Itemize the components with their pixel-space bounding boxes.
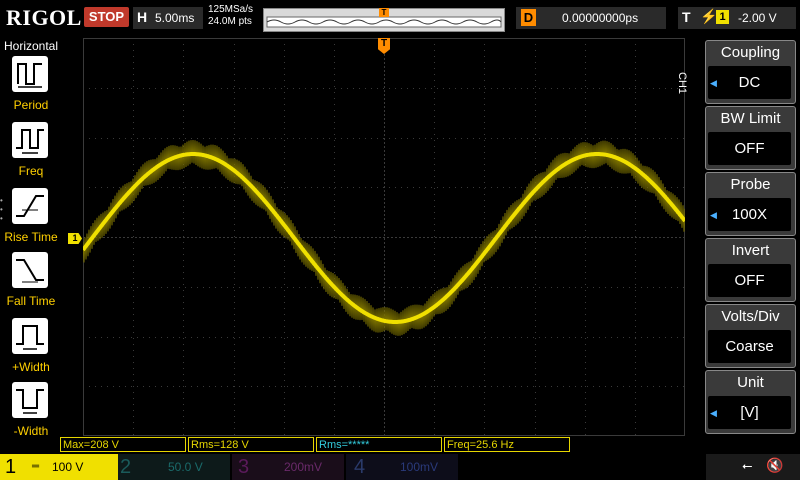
channel-3-tab[interactable]: 3 200mV <box>232 454 344 480</box>
invert-label: Invert <box>731 242 770 259</box>
usb-icon: ⭠ <box>742 458 753 473</box>
channel-2-scale: 50.0 V <box>168 460 203 474</box>
channel-3-number: 3 <box>238 456 250 478</box>
negative-width-icon <box>12 382 48 418</box>
positive-width-icon <box>12 318 48 354</box>
invert-value: OFF <box>708 264 791 297</box>
system-status: ⭠ 🔇 <box>706 454 800 480</box>
probe-label: Probe <box>730 176 771 193</box>
period-icon <box>12 56 48 92</box>
menu-volts-div[interactable]: Volts/Div Coarse <box>705 304 796 368</box>
trigger-source: 1 <box>716 10 729 24</box>
menu-unit[interactable]: Unit [V] ◀ <box>705 370 796 434</box>
dc-coupling-icon: ═ <box>32 461 40 472</box>
scroll-dots-left: • • • <box>0 196 3 223</box>
left-arrow-icon: ◀ <box>710 210 717 220</box>
rise-time-label: Rise Time <box>4 230 58 244</box>
unit-label: Unit <box>737 374 764 391</box>
bw-limit-label: BW Limit <box>720 110 781 127</box>
horizontal-label: H <box>137 9 148 25</box>
run-stop-button[interactable]: STOP <box>84 7 129 27</box>
menu-invert[interactable]: Invert OFF <box>705 238 796 302</box>
trigger-box[interactable] <box>678 7 796 29</box>
bw-limit-value: OFF <box>708 132 791 165</box>
trigger-level: -2.00 V <box>738 11 777 25</box>
waveform-display[interactable] <box>83 38 685 436</box>
trigger-label: T <box>682 9 691 25</box>
sample-rate: 125MSa/s <box>208 4 254 15</box>
menu-probe[interactable]: Probe 100X ◀ <box>705 172 796 236</box>
volts-div-label: Volts/Div <box>721 308 780 325</box>
freq-label: Freq <box>18 164 44 178</box>
channel-4-number: 4 <box>354 456 366 478</box>
menu-coupling[interactable]: Coupling DC ◀ <box>705 40 796 104</box>
measurement-rms-ch2[interactable]: Rms=***** <box>316 437 442 452</box>
ch1-offset-marker[interactable]: 1 <box>68 233 82 244</box>
rising-edge-icon: ⚡ <box>700 8 718 24</box>
fall-time-label: Fall Time <box>6 294 56 308</box>
overview-trigger-marker: T <box>379 8 389 17</box>
channel-2-tab[interactable]: 2 50.0 V <box>118 454 230 480</box>
unit-value: [V] <box>708 396 791 429</box>
delay-value: 0.00000000ps <box>562 11 639 25</box>
channel-1-tab[interactable]: 1 ═ 100 V <box>0 454 118 480</box>
rise-time-icon <box>12 188 48 224</box>
rigol-logo: RIGOL <box>6 5 82 30</box>
left-arrow-icon: ◀ <box>710 78 717 88</box>
timebase-value: 5.00ms <box>155 11 195 25</box>
measurement-max[interactable]: Max=208 V <box>60 437 186 452</box>
probe-value: 100X <box>708 198 791 231</box>
volts-div-value: Coarse <box>708 330 791 363</box>
left-arrow-icon: ◀ <box>710 408 717 418</box>
menu-bw-limit[interactable]: BW Limit OFF <box>705 106 796 170</box>
channel-4-tab[interactable]: 4 100mV <box>346 454 458 480</box>
delay-label: D <box>521 9 536 26</box>
waveform-overview: T <box>263 8 505 32</box>
period-label: Period <box>13 98 49 112</box>
neg-width-label: -Width <box>13 424 49 438</box>
channel-1-scale: 100 V <box>52 460 84 474</box>
sample-info: 125MSa/s 24.0M pts <box>208 4 253 28</box>
channel-2-number: 2 <box>120 456 132 478</box>
coupling-label: Coupling <box>720 44 781 61</box>
sound-muted-icon[interactable]: 🔇 <box>766 457 783 474</box>
measurement-rms[interactable]: Rms=128 V <box>188 437 314 452</box>
measure-category: Horizontal <box>3 39 59 53</box>
channel-3-scale: 200mV <box>284 460 323 474</box>
pos-width-label: +Width <box>12 360 50 374</box>
fall-time-icon <box>12 252 48 288</box>
channel-1-number: 1 <box>5 456 17 478</box>
memory-depth: 24.0M pts <box>208 16 252 27</box>
measurement-freq[interactable]: Freq=25.6 Hz <box>444 437 570 452</box>
coupling-value: DC <box>708 66 791 99</box>
channel-4-scale: 100mV <box>400 460 439 474</box>
freq-icon <box>12 122 48 158</box>
channel-tag: CH1 <box>676 72 688 95</box>
